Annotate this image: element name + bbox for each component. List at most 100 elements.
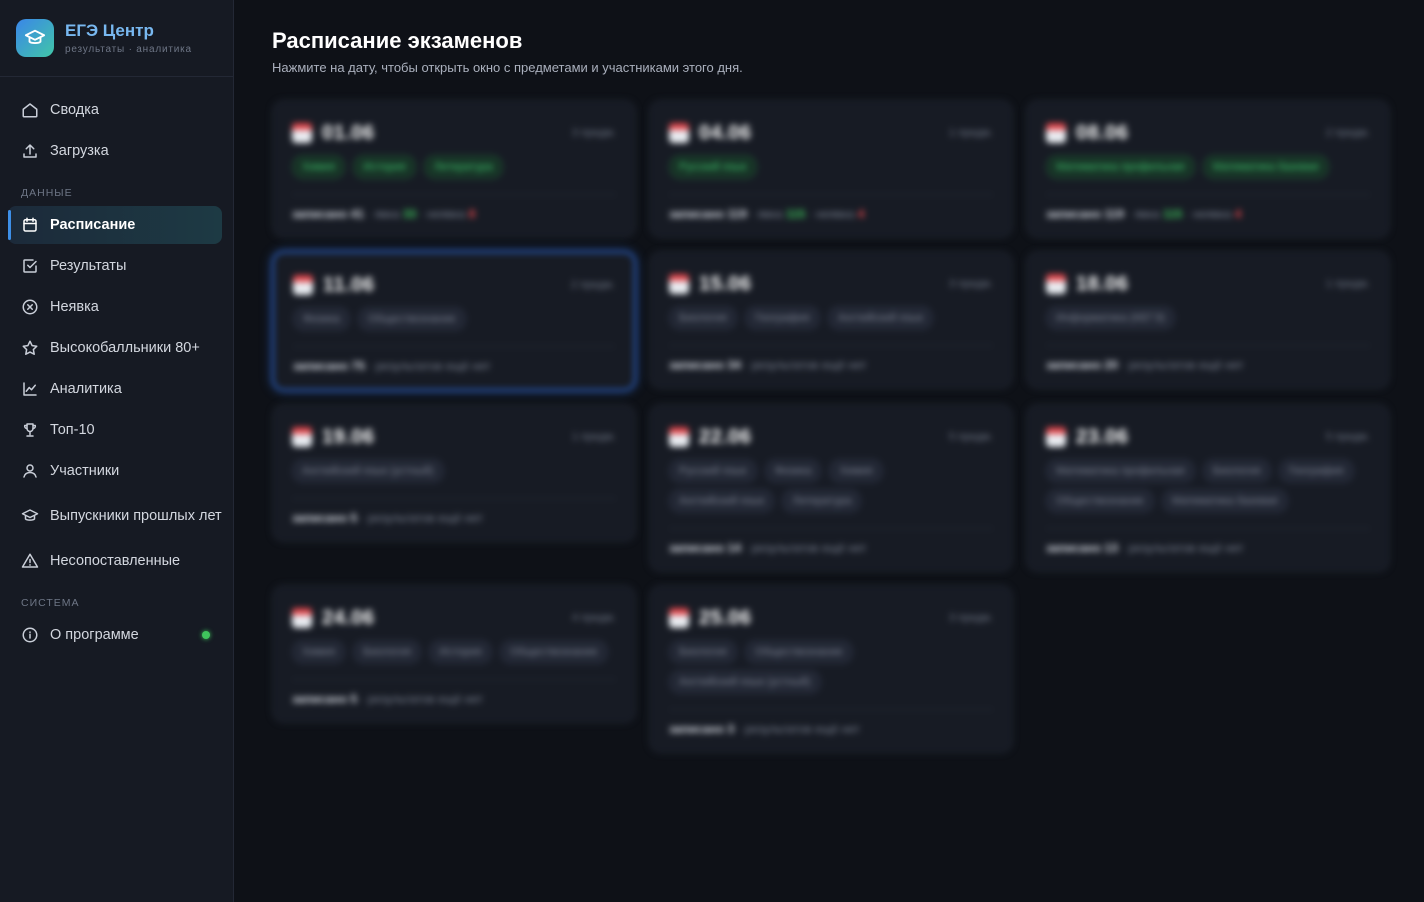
card-date: 04.06	[699, 121, 752, 144]
sidebar-item-label: Несопоставленные	[50, 552, 181, 569]
subject-tag: Обществознание	[499, 640, 608, 664]
subject-tag: Математика базовая	[1202, 155, 1329, 179]
card-footer: записано 13 · результатов ещё нет	[1046, 528, 1370, 555]
calendar-icon	[292, 608, 312, 628]
date-card[interactable]: 18.06 1 предм. Информатика (КЕГЭ) записано …	[1026, 251, 1390, 389]
no-results-note: результатов ещё нет	[1128, 358, 1244, 372]
sidebar-item-graduates[interactable]: Выпускники прошлых лет	[8, 493, 222, 539]
date-card[interactable]: 04.06 1 предм. Русский язык записано 119 · …	[649, 100, 1013, 238]
subject-tag: Английский язык (устный)	[292, 459, 444, 483]
subject-tag: Биология	[669, 640, 738, 664]
sidebar-nav: Сводка Загрузка ДАННЫЕ Расписание Резуль…	[0, 77, 233, 654]
user-icon	[23, 464, 37, 478]
subject-count: 3 предм.	[571, 127, 616, 139]
brand: ЕГЭ Центр результаты · аналитика	[0, 0, 233, 77]
enrolled-label: записано	[292, 692, 348, 706]
subject-tags: Физика Обществознание	[293, 307, 615, 331]
subject-tag: Физика	[293, 307, 350, 331]
date-card[interactable]: 23.06 5 предм. Математика профильная Биолог…	[1026, 404, 1390, 572]
card-header: 01.06 3 предм.	[292, 119, 616, 147]
card-date: 22.06	[699, 425, 752, 448]
sidebar-item-participants[interactable]: Участники	[8, 452, 222, 490]
no-results-note: результатов ещё нет	[375, 359, 491, 373]
subject-tag: Химия	[292, 640, 346, 664]
main-content: Расписание экзаменов Нажмите на дату, чт…	[272, 28, 1392, 753]
absent-count: 8	[468, 207, 476, 221]
calendar-icon	[1046, 274, 1066, 294]
card-footer: записано 14 · результатов ещё нет	[669, 528, 993, 555]
subject-tags: Русский язык Физика Химия Английский язык Ли…	[669, 459, 993, 513]
card-footer: записано 5 · результатов ещё нет	[292, 498, 616, 525]
enrolled-count: 3	[727, 722, 735, 736]
subject-count: 5 предм.	[948, 431, 993, 443]
card-header: 22.06 5 предм.	[669, 423, 993, 451]
no-results-note: результатов ещё нет	[367, 692, 483, 706]
date-card[interactable]: 19.06 1 предм. Английский язык (устный) зап…	[272, 404, 636, 542]
sidebar-item-high-scorers[interactable]: Высокобалльники 80+	[8, 329, 222, 367]
date-card[interactable]: 25.06 3 предм. Биология Обществознание Англи…	[649, 585, 1013, 753]
enrolled-label: записано	[669, 207, 725, 221]
sidebar-item-about[interactable]: О программе	[8, 616, 222, 654]
page-subtitle: Нажмите на дату, чтобы открыть окно с пр…	[272, 60, 743, 75]
card-header: 25.06 3 предм.	[669, 604, 993, 632]
enrolled-count: 20	[1104, 358, 1118, 372]
sidebar-item-label: Выпускники прошлых лет	[50, 507, 222, 524]
sidebar-item-label: О программе	[50, 626, 139, 643]
appeared-label: явка	[757, 207, 783, 221]
appeared-count: 115	[785, 207, 806, 221]
no-results-note: результатов ещё нет	[751, 541, 867, 555]
enrolled-label: записано	[292, 207, 348, 221]
calendar-icon	[292, 123, 312, 143]
subject-tag: Химия	[292, 155, 346, 179]
date-card[interactable]: 24.06 4 предм. Химия Биология История Обществ…	[272, 585, 636, 723]
absent-label: неявка	[816, 207, 855, 221]
card-header: 08.06 2 предм.	[1046, 119, 1370, 147]
enrolled-label: записано	[669, 358, 725, 372]
subject-tag: Математика базовая	[1161, 489, 1288, 513]
subject-tag: Биология	[353, 640, 422, 664]
sidebar-item-upload[interactable]: Загрузка	[8, 132, 222, 170]
appeared-count: 115	[1162, 207, 1183, 221]
sidebar-item-label: Участники	[50, 462, 120, 479]
appeared-label: явка	[1134, 207, 1160, 221]
date-card[interactable]: 22.06 5 предм. Русский язык Физика Химия Англ…	[649, 404, 1013, 572]
sidebar-item-analytics[interactable]: Аналитика	[8, 370, 222, 408]
date-card[interactable]: 15.06 3 предм. Биология География Английский…	[649, 251, 1013, 389]
card-header: 23.06 5 предм.	[1046, 423, 1370, 451]
date-card[interactable]: 11.06 2 предм. Физика Обществознание записан…	[272, 251, 636, 391]
card-date: 08.06	[1076, 121, 1129, 144]
enrolled-label: записано	[669, 541, 725, 555]
enrolled-count: 14	[727, 541, 741, 555]
card-date: 23.06	[1076, 425, 1129, 448]
sidebar-item-absence[interactable]: Неявка	[8, 288, 222, 326]
sidebar-item-top10[interactable]: Топ-10	[8, 411, 222, 449]
enrolled-count: 119	[727, 207, 747, 221]
subject-tag: История	[353, 155, 416, 179]
enrolled-label: записано	[669, 722, 725, 736]
subject-count: 1 предм.	[1325, 278, 1370, 290]
card-footer: записано 3 · результатов ещё нет	[669, 709, 993, 736]
card-header: 15.06 3 предм.	[669, 270, 993, 298]
appeared-count: 33	[402, 207, 417, 221]
subject-tag: География	[745, 306, 820, 330]
card-date: 01.06	[322, 121, 375, 144]
star-icon	[22, 340, 38, 355]
appeared-label: явка	[374, 207, 400, 221]
subject-tag: Английский язык (устный)	[669, 670, 821, 694]
sidebar-item-schedule[interactable]: Расписание	[8, 206, 222, 244]
sidebar-item-summary[interactable]: Сводка	[8, 91, 222, 129]
subject-count: 1 предм.	[948, 127, 993, 139]
subject-tag: География	[1278, 459, 1354, 483]
date-card[interactable]: 08.06 2 предм. Математика профильная Матема…	[1026, 100, 1390, 238]
date-card[interactable]: 01.06 3 предм. Химия История Литература запис…	[272, 100, 636, 238]
calendar-icon	[1046, 427, 1066, 447]
card-date: 24.06	[322, 606, 375, 629]
sidebar-item-label: Результаты	[50, 257, 127, 274]
calendar-icon	[669, 123, 689, 143]
card-footer: записано 20 · результатов ещё нет	[1046, 345, 1370, 372]
brand-subtitle: результаты · аналитика	[65, 44, 192, 55]
sidebar-item-results[interactable]: Результаты	[8, 247, 222, 285]
subject-count: 5 предм.	[1325, 431, 1370, 443]
sidebar-item-unmatched[interactable]: Несопоставленные	[8, 542, 222, 580]
calendar-icon	[669, 274, 689, 294]
